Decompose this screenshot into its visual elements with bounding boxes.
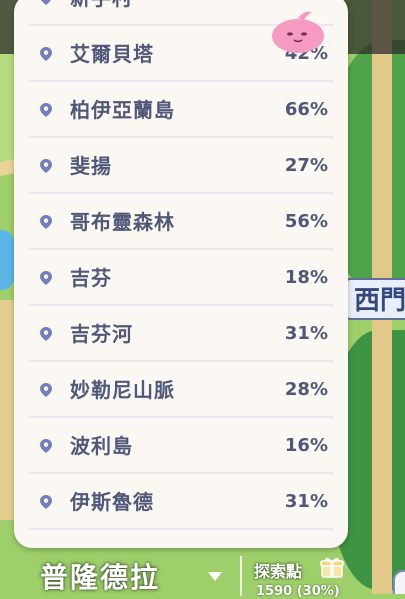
map-pin-icon — [40, 327, 52, 341]
map-marker[interactable] — [393, 570, 405, 594]
explore-points-value: 1590 (30%) — [256, 584, 340, 599]
region-row[interactable]: 柏伊亞蘭島 66% — [28, 82, 334, 138]
region-row[interactable]: 伊斯魯德 31% — [28, 474, 334, 530]
current-region-name[interactable]: 普隆德拉 — [40, 556, 160, 596]
map-river — [0, 230, 14, 290]
region-row[interactable]: 妙勒尼山脈 28% — [28, 362, 334, 418]
map-pin-icon — [40, 103, 52, 117]
region-row[interactable]: 吉芬 18% — [28, 250, 334, 306]
region-explore-percent: 66% — [284, 99, 328, 120]
gift-icon[interactable] — [320, 556, 344, 578]
map-pin-icon — [41, 0, 51, 5]
map-pin-icon — [40, 495, 52, 509]
region-name: 吉芬 — [70, 266, 112, 290]
region-name: 新手村 — [70, 0, 133, 26]
region-explore-percent: 16% — [284, 435, 328, 456]
region-explore-percent: 18% — [284, 267, 328, 288]
map-pin-icon — [40, 439, 52, 453]
svg-text:✦: ✦ — [316, 12, 324, 23]
region-explore-percent: 31% — [284, 323, 328, 344]
region-name: 吉芬河 — [70, 322, 133, 346]
region-explore-percent: 31% — [284, 491, 328, 512]
map-pin-icon — [40, 159, 52, 173]
explore-points-label: 探索點 — [254, 562, 303, 581]
map-sign-west-gate: 西門 — [346, 278, 405, 320]
region-name: 妙勒尼山脈 — [70, 378, 175, 402]
region-name: 斐揚 — [70, 154, 112, 178]
region-name: 波利島 — [70, 434, 133, 458]
caret-down-icon[interactable] — [208, 572, 222, 581]
region-explore-percent: 28% — [284, 379, 328, 400]
region-row[interactable]: 哥布靈森林 56% — [28, 194, 334, 250]
map-pin-icon — [40, 215, 52, 229]
region-explore-percent: 27% — [284, 155, 328, 176]
region-explore-percent: 56% — [284, 211, 328, 232]
region-name: 艾爾貝塔 — [70, 42, 154, 66]
region-row[interactable]: 波利島 16% — [28, 418, 334, 474]
poring-icon: ✦ — [272, 11, 324, 53]
region-list-panel: 新手村艾爾貝塔42%柏伊亞蘭島66%斐揚27%哥布靈森林56%吉芬18%吉芬河3… — [14, 0, 348, 548]
region-row[interactable]: 斐揚 27% — [28, 138, 334, 194]
footer-divider — [240, 556, 242, 596]
region-row[interactable]: 吉芬河 31% — [28, 306, 334, 362]
region-name: 哥布靈森林 — [70, 210, 175, 234]
map-pin-icon — [40, 47, 52, 61]
region-name: 伊斯魯德 — [70, 490, 154, 514]
map-pin-icon — [40, 271, 52, 285]
region-name: 柏伊亞蘭島 — [70, 98, 175, 122]
map-pin-icon — [40, 383, 52, 397]
footer-bar: 普隆德拉 探索點 1590 (30%) — [12, 552, 352, 599]
